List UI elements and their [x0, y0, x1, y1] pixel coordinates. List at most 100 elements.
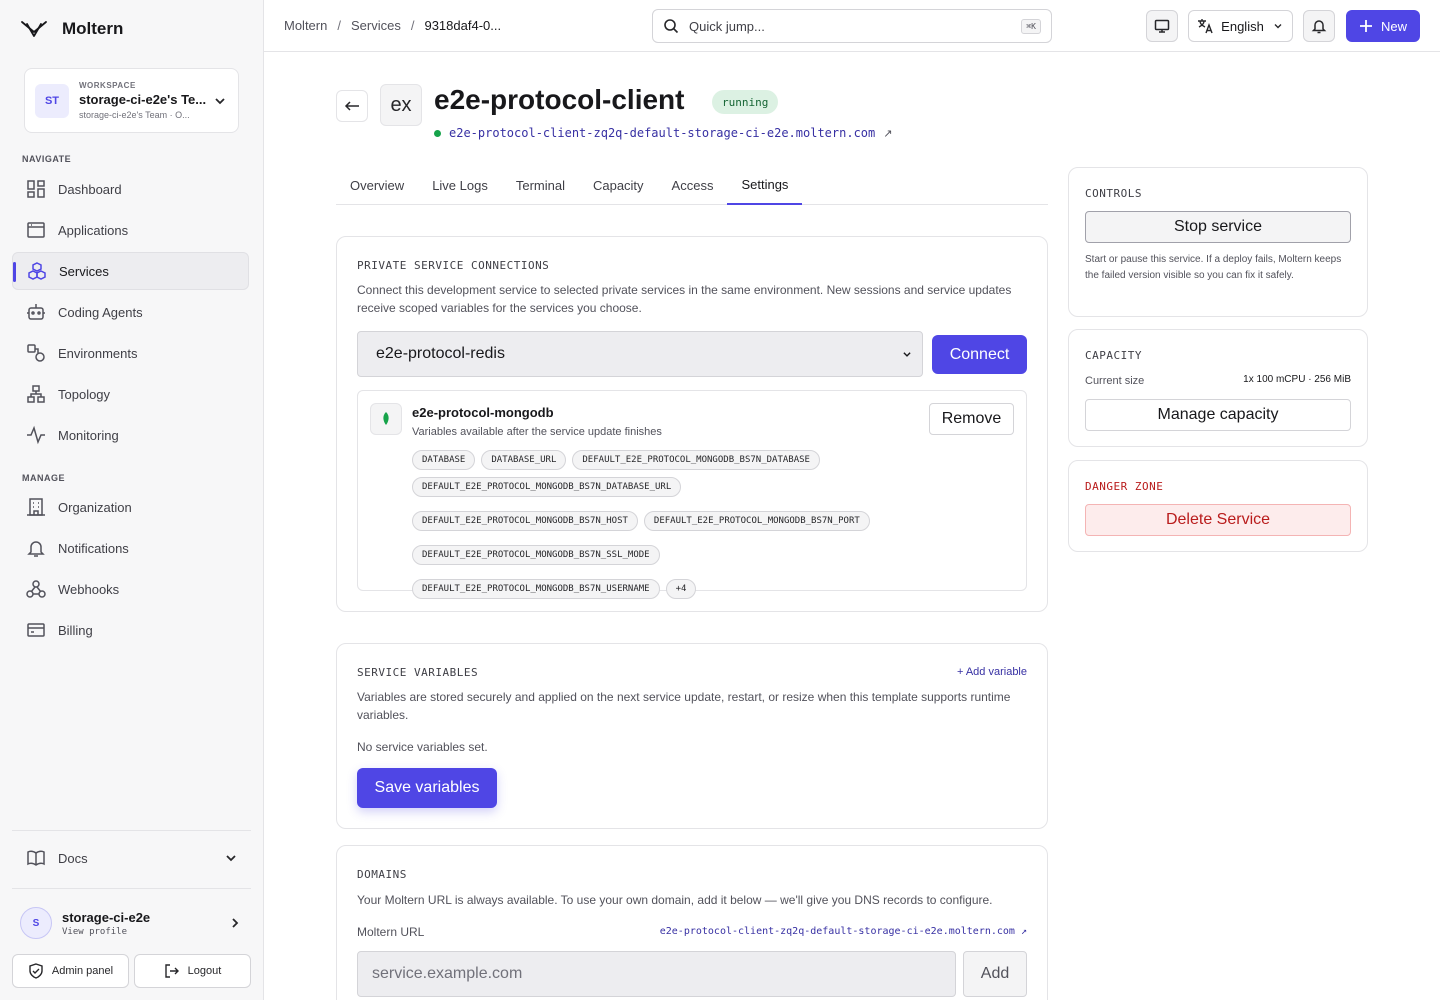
webhook-icon: [26, 580, 46, 598]
breadcrumb-separator: /: [410, 18, 415, 33]
sidebar: Moltern ST WORKSPACE storage-ci-e2e's Te…: [0, 0, 264, 1000]
external-link-icon: ↗: [883, 127, 893, 140]
sidebar-item-label: Organization: [58, 499, 132, 515]
tab-capacity[interactable]: Capacity: [579, 166, 658, 204]
variable-chip: DEFAULT_E2E_PROTOCOL_MONGODB_BS7N_HOST: [412, 511, 638, 531]
chevron-down-icon: [903, 352, 911, 357]
connect-button[interactable]: Connect: [932, 335, 1027, 374]
book-icon: [27, 850, 45, 866]
more-variables-chip[interactable]: +4: [665, 579, 697, 599]
section-description: Your Moltern URL is always available. To…: [357, 893, 993, 907]
sidebar-item-label: Services: [59, 263, 109, 279]
variable-chip: DEFAULT_E2E_PROTOCOL_MONGODB_BS7N_DATABA…: [572, 450, 820, 470]
docs-label: Docs: [58, 850, 88, 866]
section-description: Variables are stored securely and applie…: [357, 690, 1011, 722]
notifications-button[interactable]: [1303, 10, 1335, 42]
sidebar-item-applications[interactable]: Applications: [12, 211, 249, 249]
admin-panel-button[interactable]: Admin panel: [12, 954, 129, 988]
user-profile-link[interactable]: S storage-ci-e2e View profile: [12, 902, 251, 944]
current-size-value: 1x 100 mCPU · 256 MiB: [1243, 374, 1351, 385]
danger-zone-card: DANGER ZONE Delete Service: [1068, 460, 1368, 552]
manage-capacity-button[interactable]: Manage capacity: [1085, 399, 1351, 431]
network-icon: [27, 385, 45, 403]
dashboard-icon: [27, 180, 45, 198]
save-variables-button[interactable]: Save variables: [357, 768, 497, 808]
service-url[interactable]: e2e-protocol-client-zq2q-default-storage…: [434, 126, 892, 140]
breadcrumb-item[interactable]: Moltern: [284, 18, 327, 33]
controls-card: CONTROLS Stop service Start or pause thi…: [1068, 167, 1368, 317]
sidebar-item-coding-agents[interactable]: Coding Agents: [12, 293, 249, 331]
sidebar-item-environments[interactable]: Environments: [12, 334, 249, 372]
workspace-sub: storage-ci-e2e's Team · O...: [79, 110, 190, 120]
user-name: storage-ci-e2e: [62, 909, 151, 925]
sidebar-item-monitoring[interactable]: Monitoring: [12, 416, 249, 454]
remove-button[interactable]: Remove: [929, 403, 1014, 435]
shortcut-hint: ⌘K: [1021, 18, 1041, 34]
connection-name: e2e-protocol-mongodb: [412, 405, 554, 420]
activity-icon: [27, 425, 45, 445]
sidebar-divider: [12, 830, 251, 831]
variable-chips: DATABASE DATABASE_URL DEFAULT_E2E_PROTOC…: [412, 450, 1012, 599]
service-url-text[interactable]: e2e-protocol-client-zq2q-default-storage…: [449, 126, 875, 140]
top-bar: Moltern / Services / 9318daf4-0... ⌘K En…: [264, 0, 1440, 52]
sidebar-item-webhooks[interactable]: Webhooks: [12, 570, 249, 608]
moltern-logo-icon: [21, 21, 47, 37]
sidebar-item-billing[interactable]: Billing: [12, 611, 249, 649]
language-select[interactable]: English: [1188, 10, 1293, 42]
nav-section-manage: MANAGE: [22, 473, 65, 483]
add-domain-button[interactable]: Add: [963, 951, 1027, 997]
variable-chip: DEFAULT_E2E_PROTOCOL_MONGODB_BS7N_USERNA…: [412, 579, 660, 599]
sidebar-item-topology[interactable]: Topology: [12, 375, 249, 413]
breadcrumb-item[interactable]: Services: [351, 18, 401, 33]
sidebar-item-notifications[interactable]: Notifications: [12, 529, 249, 567]
brand-name: Moltern: [62, 19, 124, 38]
window-icon: [27, 222, 45, 238]
logout-button[interactable]: Logout: [134, 954, 251, 988]
moltern-url-link[interactable]: e2e-protocol-client-zq2q-default-storage…: [660, 926, 1027, 937]
private-service-select[interactable]: e2e-protocol-redis: [357, 331, 923, 377]
new-button[interactable]: New: [1346, 10, 1420, 42]
tab-access[interactable]: Access: [658, 166, 728, 204]
nav-section-navigate: NAVIGATE: [22, 154, 72, 164]
variable-chip: DEFAULT_E2E_PROTOCOL_MONGODB_BS7N_PORT: [643, 511, 870, 531]
shapes-icon: [27, 344, 45, 362]
section-description: Connect this development service to sele…: [357, 283, 1012, 315]
tab-live-logs[interactable]: Live Logs: [418, 166, 502, 204]
section-label: SERVICE VARIABLES: [357, 666, 479, 679]
tab-overview[interactable]: Overview: [336, 166, 418, 204]
add-variable-button[interactable]: + Add variable: [957, 666, 1027, 678]
leaf-icon: [383, 412, 389, 425]
sidebar-item-organization[interactable]: Organization: [12, 488, 249, 526]
robot-icon: [27, 304, 45, 320]
variable-chip: DEFAULT_E2E_PROTOCOL_MONGODB_BS7N_SSL_MO…: [412, 545, 660, 565]
selected-service: e2e-protocol-redis: [376, 345, 505, 362]
workspace-avatar: ST: [35, 83, 69, 118]
chevron-down-icon: [226, 855, 236, 862]
tab-bar: Overview Live Logs Terminal Capacity Acc…: [336, 166, 1048, 205]
plus-icon: [1359, 20, 1372, 32]
credit-card-icon: [27, 623, 45, 637]
delete-service-button[interactable]: Delete Service: [1085, 504, 1351, 536]
back-button[interactable]: [336, 90, 368, 122]
workspace-switcher[interactable]: ST WORKSPACE storage-ci-e2e's Te... stor…: [24, 68, 239, 133]
quick-jump[interactable]: ⌘K: [652, 9, 1052, 43]
section-label: CAPACITY: [1085, 349, 1142, 362]
tab-settings[interactable]: Settings: [727, 166, 803, 205]
variable-chip: DEFAULT_E2E_PROTOCOL_MONGODB_BS7N_DATABA…: [412, 477, 682, 497]
stop-service-button[interactable]: Stop service: [1085, 211, 1351, 243]
search-input[interactable]: [689, 18, 1012, 34]
domain-input[interactable]: [357, 951, 956, 997]
sidebar-docs-toggle[interactable]: Docs: [12, 842, 251, 874]
search-icon: [664, 19, 679, 34]
brand[interactable]: Moltern: [20, 18, 123, 40]
current-size-label: Current size: [1085, 375, 1145, 387]
sidebar-item-dashboard[interactable]: Dashboard: [12, 170, 249, 208]
status-dot: [434, 129, 441, 137]
sidebar-item-label: Notifications: [58, 540, 129, 556]
sidebar-item-services[interactable]: Services: [12, 252, 249, 290]
sidebar-item-label: Environments: [58, 345, 138, 361]
mongodb-icon-box: [370, 403, 402, 435]
tab-terminal[interactable]: Terminal: [502, 166, 579, 204]
moltern-url-label: Moltern URL: [357, 925, 425, 939]
display-toggle-button[interactable]: [1146, 10, 1178, 42]
